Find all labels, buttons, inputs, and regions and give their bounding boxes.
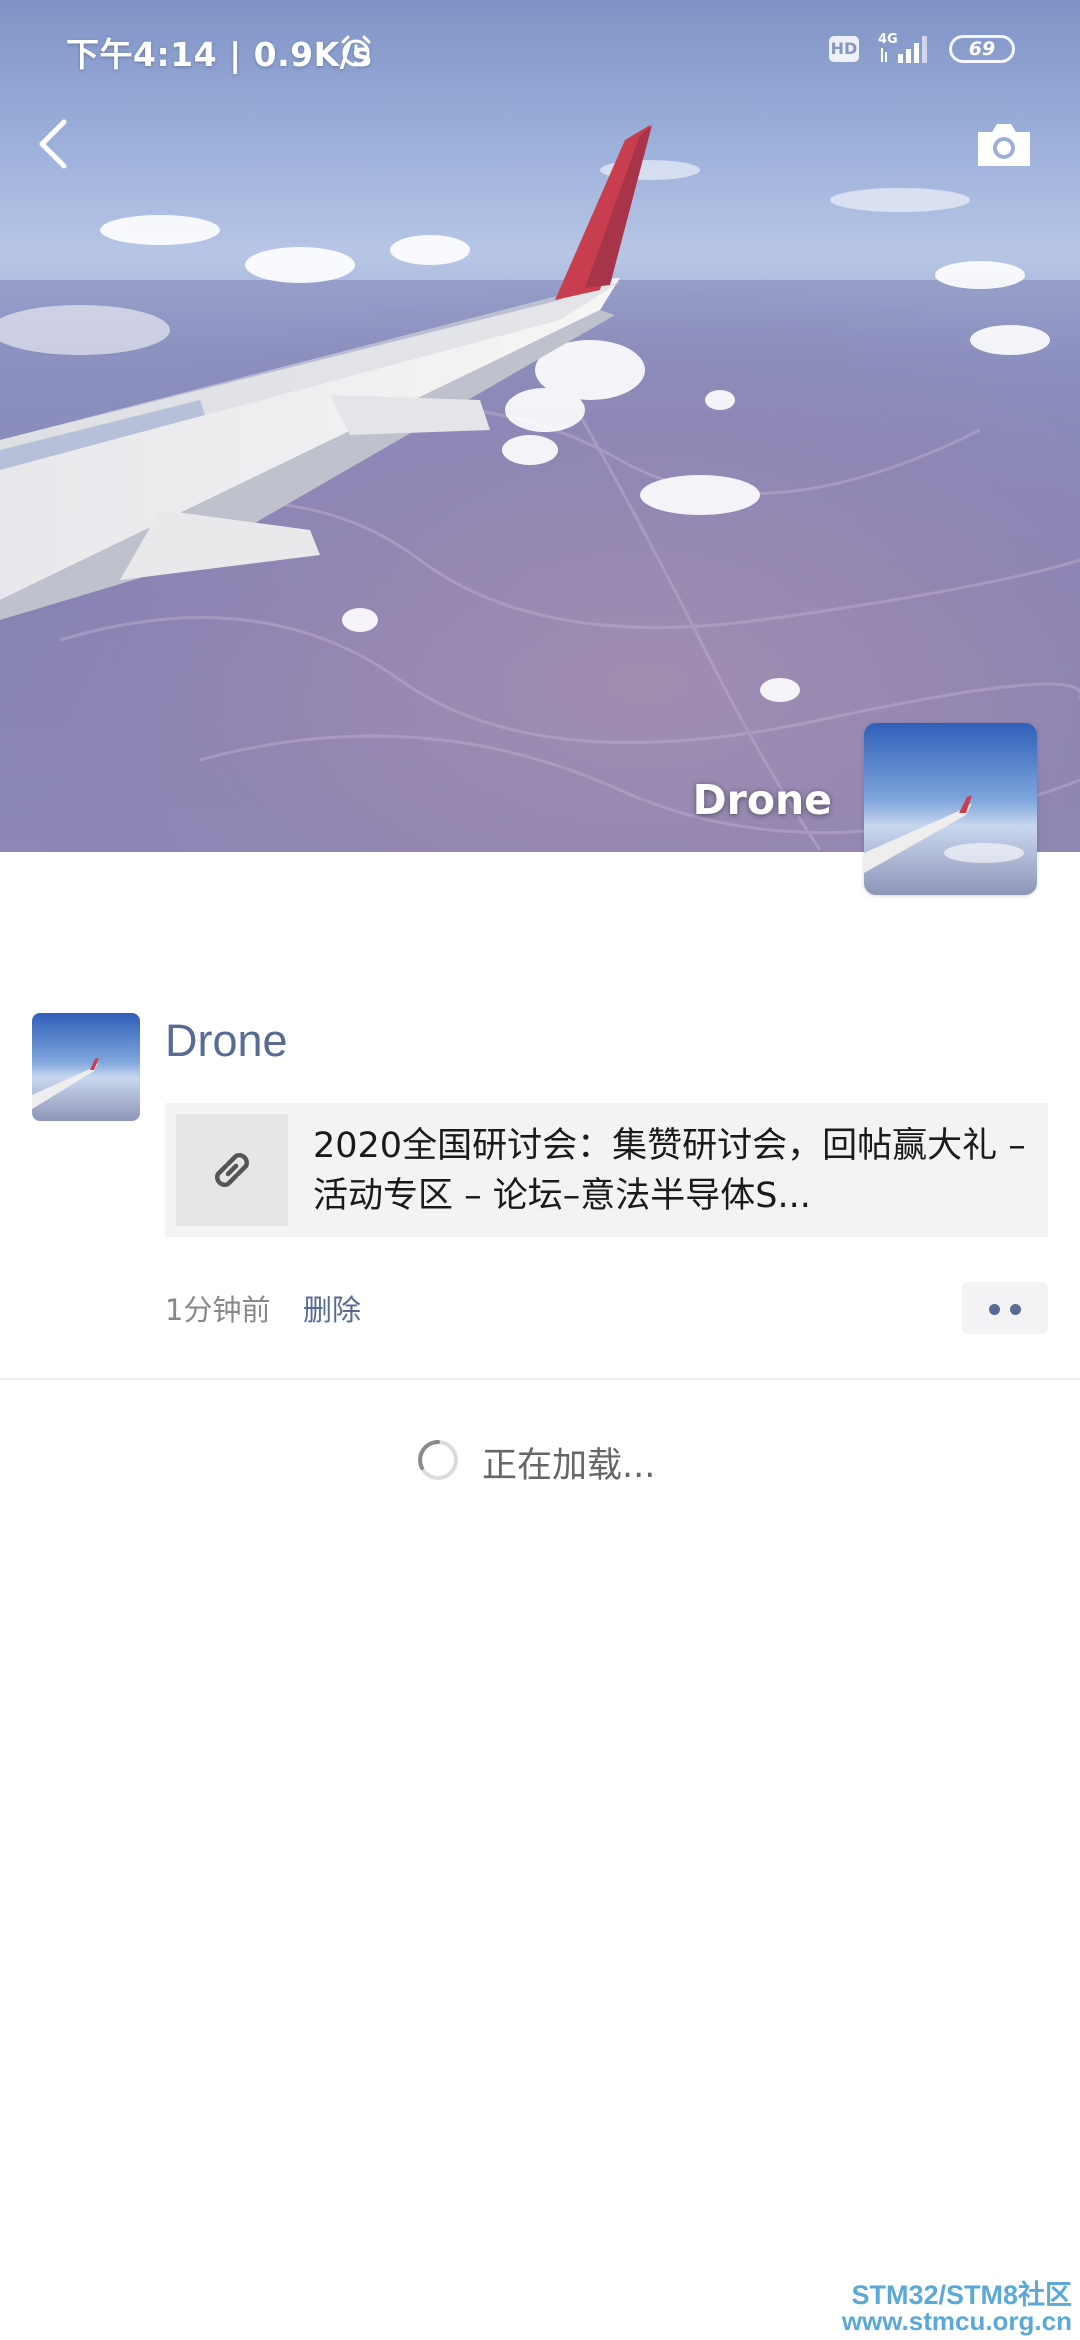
moment-post: Drone 2020全国研讨会：集赞研讨会，回帖赢大礼 – 活动专区 – 论坛–… bbox=[0, 1000, 1080, 1380]
feed-divider bbox=[0, 1378, 1080, 1380]
profile-avatar[interactable] bbox=[864, 723, 1037, 895]
link-thumbnail bbox=[176, 1114, 288, 1226]
svg-text:4G: 4G bbox=[878, 32, 898, 47]
camera-icon bbox=[978, 124, 1030, 166]
dot-icon bbox=[989, 1304, 1000, 1315]
dot-icon bbox=[1010, 1304, 1021, 1315]
camera-button[interactable] bbox=[974, 118, 1034, 170]
chevron-left-icon bbox=[39, 119, 67, 169]
loading-indicator: 正在加载... bbox=[0, 1435, 1080, 1495]
link-title: 2020全国研讨会：集赞研讨会，回帖赢大礼 – 活动专区 – 论坛–意法半导体S… bbox=[313, 1126, 1037, 1216]
post-author-name[interactable]: Drone bbox=[165, 1015, 288, 1067]
post-author-avatar[interactable] bbox=[32, 1013, 140, 1121]
post-timestamp: 1分钟前 bbox=[165, 1293, 271, 1327]
status-bar: 下午4:14 | 0.9K/s HD 4G 69 bbox=[0, 0, 1080, 100]
post-more-button[interactable] bbox=[962, 1282, 1048, 1334]
back-button[interactable] bbox=[28, 114, 78, 174]
post-author-avatar-image bbox=[32, 1013, 140, 1121]
watermark-line-2: www.stmcu.org.cn bbox=[841, 2306, 1072, 2336]
profile-avatar-image bbox=[864, 723, 1037, 895]
link-icon bbox=[215, 1153, 249, 1187]
signal-strength-icon: 4G bbox=[878, 32, 927, 63]
battery-level: 69 bbox=[968, 38, 996, 60]
delete-post-link[interactable]: 删除 bbox=[303, 1287, 361, 1329]
profile-name: Drone bbox=[692, 776, 832, 824]
battery-icon: 69 bbox=[949, 35, 1015, 63]
alarm-clock-icon bbox=[341, 35, 371, 67]
site-watermark: STM32/STM8社区 www.stmcu.org.cn bbox=[841, 2280, 1072, 2336]
shared-link-card[interactable]: 2020全国研讨会：集赞研讨会，回帖赢大礼 – 活动专区 – 论坛–意法半导体S… bbox=[165, 1103, 1048, 1237]
loading-text: 正在加载... bbox=[482, 1446, 656, 1486]
watermark-line-1: STM32/STM8社区 bbox=[851, 2280, 1072, 2310]
loading-spinner-icon bbox=[418, 1440, 458, 1480]
status-time: 下午4:14 | 0.9K/s bbox=[66, 35, 373, 74]
hd-voice-icon: HD bbox=[829, 36, 859, 62]
